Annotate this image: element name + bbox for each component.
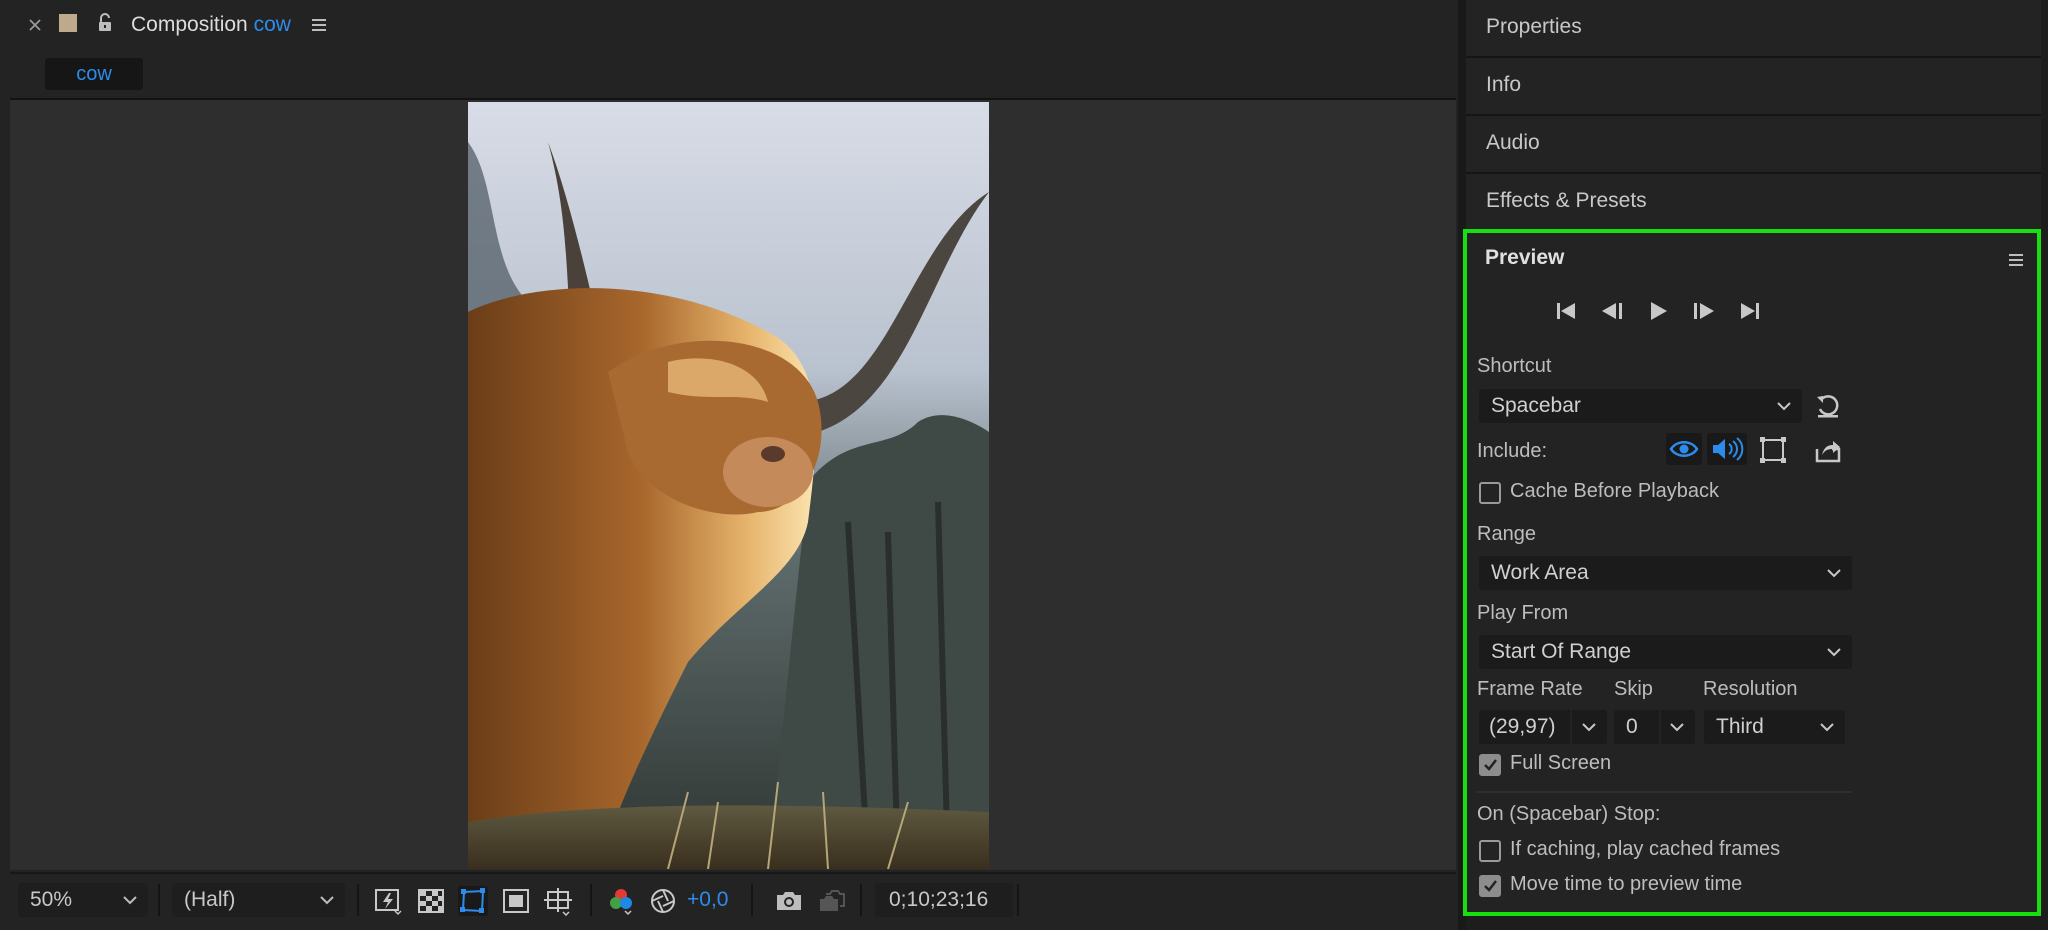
- divider: [860, 884, 862, 916]
- chevron-down-icon: [1777, 402, 1791, 411]
- panel-menu-icon[interactable]: [309, 15, 329, 35]
- composition-title[interactable]: Composition cow: [131, 0, 291, 50]
- composition-preview-image: [468, 102, 989, 869]
- current-time-display[interactable]: 0;10;23;16: [875, 883, 1013, 917]
- audio-panel-label: Audio: [1486, 131, 1540, 154]
- lock-icon[interactable]: [95, 12, 115, 34]
- panel-menu-icon[interactable]: [2007, 251, 2025, 269]
- play-from-label: Play From: [1477, 602, 1569, 624]
- frame-rate-label: Frame Rate: [1477, 678, 1583, 700]
- comp-name: cow: [253, 13, 291, 36]
- properties-panel-label: Properties: [1486, 15, 1582, 38]
- range-value: Work Area: [1491, 561, 1589, 584]
- eye-icon: [1669, 441, 1699, 457]
- resolution-value: (Half): [184, 888, 236, 911]
- divider: [1017, 884, 1019, 916]
- shortcut-dropdown[interactable]: Spacebar: [1479, 389, 1802, 423]
- grid-guides-icon[interactable]: [543, 886, 573, 916]
- composition-tab-bar: [0, 50, 1458, 98]
- zoom-dropdown[interactable]: 50%: [18, 883, 148, 917]
- skip-value: 0: [1626, 715, 1638, 738]
- stop-behavior-label: On (Spacebar) Stop:: [1477, 803, 1661, 825]
- full-screen-label: Full Screen: [1510, 752, 1612, 774]
- composition-panel-header: Composition cow: [0, 0, 1458, 50]
- include-overlays-toggle[interactable]: [1758, 435, 1788, 465]
- resolution-dropdown[interactable]: (Half): [172, 883, 345, 917]
- tab-cow[interactable]: cow: [45, 58, 143, 90]
- timecode: 0;10;23;16: [889, 888, 989, 911]
- play-from-dropdown[interactable]: Start Of Range: [1479, 635, 1852, 669]
- cache-before-playback-checkbox[interactable]: [1479, 482, 1501, 504]
- include-audio-toggle[interactable]: [1707, 433, 1747, 465]
- preview-resolution-value: Third: [1716, 715, 1764, 738]
- export-icon[interactable]: [1814, 437, 1842, 465]
- effects-panel-label: Effects & Presets: [1486, 189, 1647, 212]
- chevron-down-icon: [1582, 723, 1596, 732]
- move-time-checkbox[interactable]: [1479, 875, 1501, 897]
- play-from-value: Start Of Range: [1491, 640, 1632, 663]
- reset-icon[interactable]: [1814, 392, 1842, 420]
- first-frame-icon[interactable]: [1552, 297, 1580, 325]
- skip-dropdown[interactable]: 0: [1614, 710, 1695, 744]
- label-color-swatch[interactable]: [59, 14, 77, 32]
- next-frame-icon[interactable]: [1690, 297, 1718, 325]
- properties-panel[interactable]: Properties: [1466, 0, 2041, 59]
- checkmark-icon: [1484, 880, 1497, 892]
- if-caching-label: If caching, play cached frames: [1510, 838, 1781, 860]
- chevron-down-icon: [320, 896, 334, 905]
- divider: [1659, 710, 1661, 744]
- zoom-value: 50%: [30, 888, 73, 911]
- show-channel-icon[interactable]: [606, 886, 636, 916]
- mask-visibility-icon[interactable]: [458, 886, 488, 916]
- close-icon[interactable]: [25, 15, 45, 35]
- divider: [751, 884, 753, 916]
- move-time-label: Move time to preview time: [1510, 873, 1743, 895]
- play-icon[interactable]: [1644, 297, 1672, 325]
- divider: [158, 884, 160, 916]
- transparency-grid-icon[interactable]: [416, 886, 446, 916]
- chevron-down-icon: [1827, 569, 1841, 578]
- frame-rate-dropdown[interactable]: (29,97): [1479, 710, 1607, 744]
- overlay-icon: [1760, 437, 1786, 463]
- divider: [590, 884, 592, 916]
- camera-icon[interactable]: [774, 886, 804, 916]
- skip-label: Skip: [1614, 678, 1653, 700]
- range-dropdown[interactable]: Work Area: [1479, 556, 1852, 590]
- previous-frame-icon[interactable]: [1598, 297, 1626, 325]
- speaker-icon: [1713, 437, 1744, 461]
- preview-panel-title: Preview: [1485, 246, 1565, 269]
- chevron-down-icon: [1820, 723, 1834, 732]
- shortcut-label: Shortcut: [1477, 355, 1552, 377]
- panel-title: Composition: [131, 13, 248, 36]
- exposure-value[interactable]: +0,0: [687, 883, 728, 917]
- range-label: Range: [1477, 523, 1536, 545]
- divider: [1477, 791, 1852, 793]
- info-panel[interactable]: Info: [1466, 58, 2041, 117]
- include-video-toggle[interactable]: [1666, 433, 1702, 465]
- exposure-icon[interactable]: [648, 886, 678, 916]
- include-label: Include:: [1477, 440, 1548, 462]
- cache-before-playback-label: Cache Before Playback: [1510, 480, 1720, 502]
- effects-presets-panel[interactable]: Effects & Presets: [1466, 174, 2041, 233]
- shortcut-value: Spacebar: [1491, 394, 1581, 417]
- resolution-label: Resolution: [1703, 678, 1798, 700]
- fast-previews-icon[interactable]: [373, 886, 403, 916]
- chevron-down-icon: [123, 896, 137, 905]
- last-frame-icon[interactable]: [1736, 297, 1764, 325]
- preview-panel: Preview Shortcut Spacebar Include: Cache…: [1463, 229, 2041, 916]
- show-snapshot-icon[interactable]: [817, 886, 847, 916]
- region-of-interest-icon[interactable]: [501, 886, 531, 916]
- divider: [1570, 710, 1572, 744]
- info-panel-label: Info: [1486, 73, 1522, 96]
- checkmark-icon: [1484, 759, 1497, 771]
- frame-rate-value: (29,97): [1489, 715, 1556, 738]
- divider: [357, 884, 359, 916]
- preview-resolution-dropdown[interactable]: Third: [1704, 710, 1845, 744]
- chevron-down-icon: [1827, 648, 1841, 657]
- full-screen-checkbox[interactable]: [1479, 754, 1501, 776]
- chevron-down-icon: [1670, 723, 1684, 732]
- if-caching-checkbox[interactable]: [1479, 840, 1501, 862]
- audio-panel[interactable]: Audio: [1466, 116, 2041, 175]
